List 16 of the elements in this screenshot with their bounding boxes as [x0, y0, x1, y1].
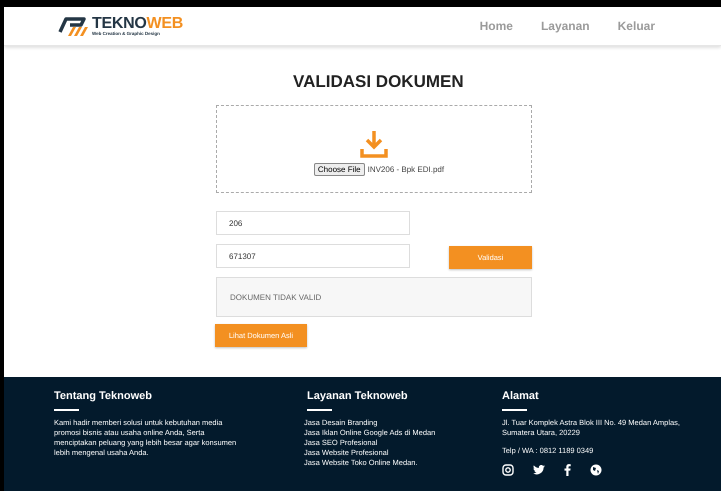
- file-name: INV206 - Bpk EDI.pdf: [368, 164, 444, 174]
- twitter-icon[interactable]: [533, 464, 545, 474]
- input-field[interactable]: 671307: [216, 244, 410, 268]
- result-text: DOKUMEN TIDAK VALID: [230, 292, 322, 302]
- footer-heading: Alamat: [502, 390, 540, 402]
- globe-icon[interactable]: [590, 464, 602, 476]
- facebook-icon[interactable]: [564, 464, 571, 476]
- upload-area[interactable]: Choose File INV206 - Bpk EDI.pdf: [216, 105, 532, 193]
- download-icon: [359, 128, 389, 158]
- page-title: VALIDASI DOKUMEN: [293, 72, 464, 92]
- input-field[interactable]: 206: [216, 211, 410, 235]
- brand-name: TEKNOWEB: [92, 16, 183, 32]
- footer-heading: Layanan Teknoweb: [307, 390, 409, 402]
- choose-file-button[interactable]: Choose File: [314, 162, 365, 176]
- instagram-icon[interactable]: [502, 464, 514, 476]
- footer-heading: Tentang Teknoweb: [54, 390, 153, 402]
